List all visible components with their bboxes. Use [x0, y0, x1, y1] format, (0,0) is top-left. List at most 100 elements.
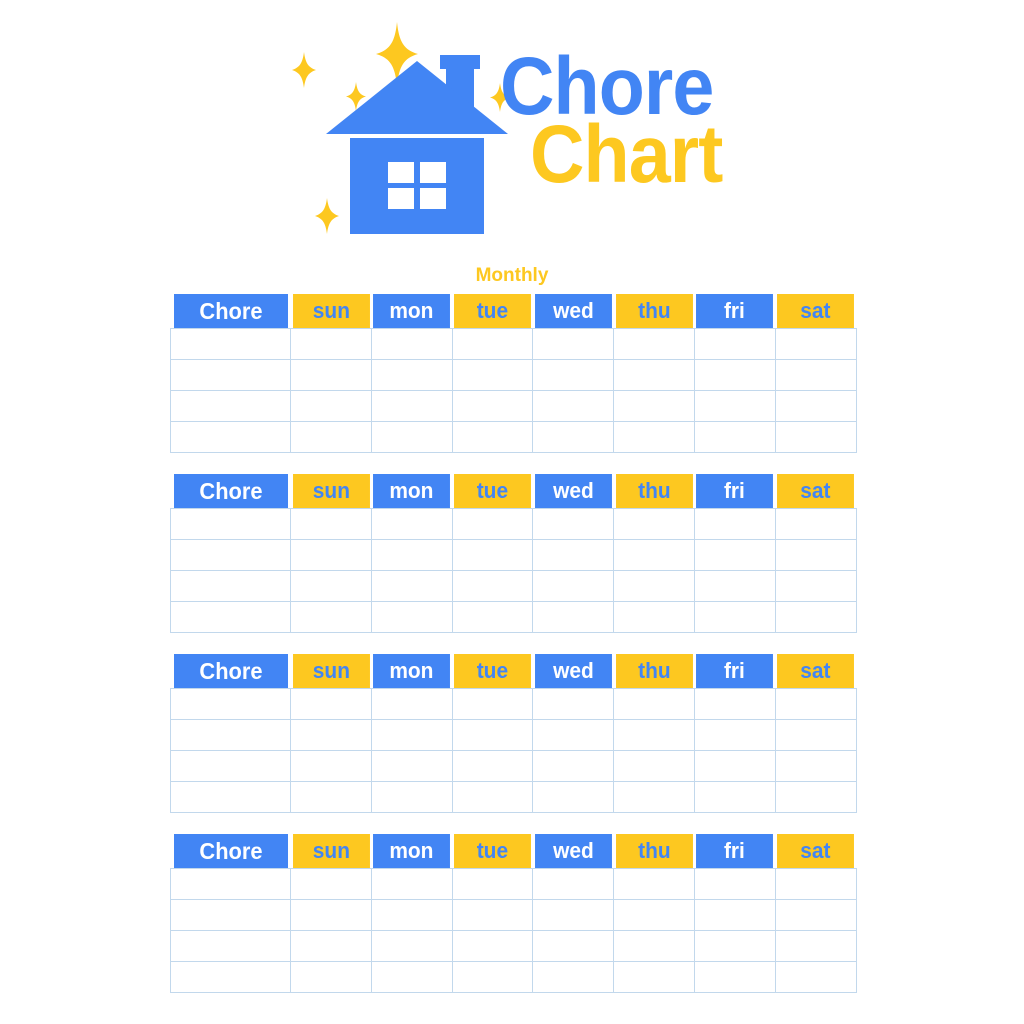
cell-wed[interactable] — [532, 781, 615, 813]
cell-mon[interactable] — [370, 539, 453, 571]
cell-tue[interactable] — [451, 719, 534, 751]
cell-tue[interactable] — [451, 601, 534, 633]
cell-mon[interactable] — [370, 868, 453, 900]
cell-sat[interactable] — [774, 750, 857, 782]
cell-thu[interactable] — [613, 688, 695, 720]
cell-wed[interactable] — [532, 390, 615, 422]
cell-fri[interactable] — [693, 390, 776, 422]
cell-fri[interactable] — [693, 961, 776, 993]
cell-tue[interactable] — [451, 359, 534, 391]
cell-sat[interactable] — [774, 899, 857, 931]
cell-tue[interactable] — [451, 390, 534, 422]
cell-wed[interactable] — [532, 868, 615, 900]
cell-mon[interactable] — [370, 421, 453, 453]
cell-mon[interactable] — [370, 570, 453, 602]
cell-thu[interactable] — [613, 899, 695, 931]
cell-thu[interactable] — [613, 359, 695, 391]
cell-thu[interactable] — [613, 781, 695, 813]
cell-tue[interactable] — [451, 421, 534, 453]
cell-mon[interactable] — [370, 719, 453, 751]
cell-sat[interactable] — [774, 570, 857, 602]
cell-chore[interactable] — [170, 390, 291, 422]
cell-sun[interactable] — [290, 899, 372, 931]
cell-thu[interactable] — [613, 750, 695, 782]
cell-thu[interactable] — [613, 421, 695, 453]
cell-fri[interactable] — [693, 868, 776, 900]
cell-sun[interactable] — [290, 868, 372, 900]
cell-fri[interactable] — [693, 750, 776, 782]
cell-chore[interactable] — [170, 868, 291, 900]
cell-sun[interactable] — [290, 539, 372, 571]
cell-fri[interactable] — [693, 421, 776, 453]
cell-mon[interactable] — [370, 390, 453, 422]
cell-wed[interactable] — [532, 359, 615, 391]
cell-fri[interactable] — [693, 781, 776, 813]
cell-sat[interactable] — [774, 719, 857, 751]
cell-mon[interactable] — [370, 750, 453, 782]
cell-chore[interactable] — [170, 539, 291, 571]
cell-sun[interactable] — [290, 328, 372, 360]
cell-chore[interactable] — [170, 961, 291, 993]
cell-sat[interactable] — [774, 961, 857, 993]
cell-mon[interactable] — [370, 508, 453, 540]
cell-tue[interactable] — [451, 539, 534, 571]
cell-thu[interactable] — [613, 390, 695, 422]
cell-fri[interactable] — [693, 688, 776, 720]
cell-chore[interactable] — [170, 688, 291, 720]
cell-wed[interactable] — [532, 539, 615, 571]
cell-chore[interactable] — [170, 781, 291, 813]
cell-chore[interactable] — [170, 601, 291, 633]
cell-sat[interactable] — [774, 328, 857, 360]
cell-sat[interactable] — [774, 539, 857, 571]
cell-tue[interactable] — [451, 570, 534, 602]
cell-wed[interactable] — [532, 508, 615, 540]
cell-sun[interactable] — [290, 421, 372, 453]
cell-mon[interactable] — [370, 961, 453, 993]
cell-sun[interactable] — [290, 961, 372, 993]
cell-sat[interactable] — [774, 421, 857, 453]
cell-tue[interactable] — [451, 781, 534, 813]
cell-sun[interactable] — [290, 930, 372, 962]
cell-chore[interactable] — [170, 930, 291, 962]
cell-chore[interactable] — [170, 328, 291, 360]
cell-thu[interactable] — [613, 601, 695, 633]
cell-fri[interactable] — [693, 930, 776, 962]
cell-tue[interactable] — [451, 688, 534, 720]
cell-wed[interactable] — [532, 930, 615, 962]
cell-thu[interactable] — [613, 539, 695, 571]
cell-chore[interactable] — [170, 899, 291, 931]
cell-fri[interactable] — [693, 508, 776, 540]
cell-sun[interactable] — [290, 781, 372, 813]
cell-mon[interactable] — [370, 688, 453, 720]
cell-wed[interactable] — [532, 570, 615, 602]
cell-sat[interactable] — [774, 601, 857, 633]
cell-wed[interactable] — [532, 601, 615, 633]
cell-sun[interactable] — [290, 390, 372, 422]
cell-fri[interactable] — [693, 359, 776, 391]
cell-sun[interactable] — [290, 688, 372, 720]
cell-wed[interactable] — [532, 688, 615, 720]
cell-fri[interactable] — [693, 601, 776, 633]
cell-tue[interactable] — [451, 328, 534, 360]
cell-wed[interactable] — [532, 421, 615, 453]
cell-mon[interactable] — [370, 781, 453, 813]
cell-mon[interactable] — [370, 930, 453, 962]
cell-sat[interactable] — [774, 781, 857, 813]
cell-sat[interactable] — [774, 508, 857, 540]
cell-sat[interactable] — [774, 359, 857, 391]
cell-tue[interactable] — [451, 750, 534, 782]
cell-sun[interactable] — [290, 359, 372, 391]
cell-tue[interactable] — [451, 508, 534, 540]
cell-tue[interactable] — [451, 899, 534, 931]
cell-thu[interactable] — [613, 570, 695, 602]
cell-mon[interactable] — [370, 899, 453, 931]
cell-thu[interactable] — [613, 930, 695, 962]
cell-wed[interactable] — [532, 961, 615, 993]
cell-sat[interactable] — [774, 930, 857, 962]
cell-fri[interactable] — [693, 539, 776, 571]
cell-thu[interactable] — [613, 719, 695, 751]
cell-sun[interactable] — [290, 719, 372, 751]
cell-fri[interactable] — [693, 899, 776, 931]
cell-chore[interactable] — [170, 508, 291, 540]
cell-tue[interactable] — [451, 868, 534, 900]
